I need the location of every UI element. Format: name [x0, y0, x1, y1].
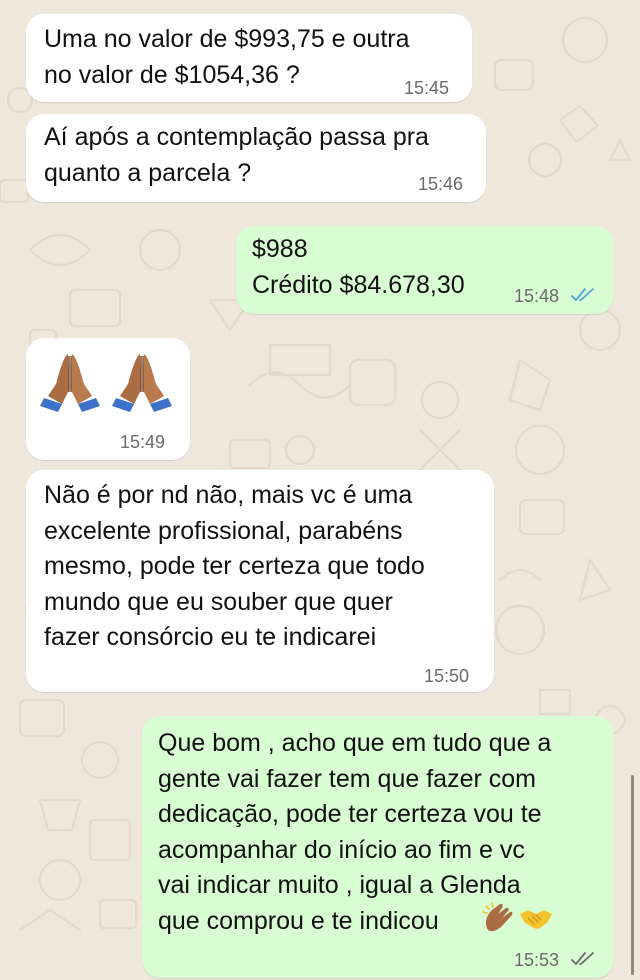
message-time: 15:48	[514, 286, 560, 306]
message-bubble-incoming[interactable]: Aí após a contemplação passa pra quanto …	[26, 114, 486, 202]
message-text: Não é por nd não, mais vc é uma excelent…	[44, 481, 425, 651]
message-bubble-incoming[interactable]: Não é por nd não, mais vc é uma excelent…	[26, 470, 494, 692]
folded-hands-icon	[40, 354, 100, 412]
message-bubble-incoming[interactable]: Uma no valor de $993,75 e outra no valor…	[26, 14, 472, 102]
handshake-icon	[520, 910, 552, 929]
message-bubble-incoming[interactable]: 15:49	[26, 338, 190, 460]
folded-hands-icon	[112, 354, 172, 412]
message-time: 15:49	[120, 432, 166, 452]
double-check-read-icon	[571, 288, 594, 301]
message-text: Aí após a contemplação passa pra quanto …	[44, 123, 429, 187]
double-check-delivered-icon	[571, 952, 594, 965]
message-time: 15:46	[418, 174, 464, 194]
message-time: 15:53	[514, 950, 560, 970]
message-text: $988 Crédito $84.678,30	[252, 235, 465, 299]
message-bubble-outgoing[interactable]: Que bom , acho que em tudo que a gente v…	[142, 716, 614, 978]
message-text: Uma no valor de $993,75 e outra no valor…	[44, 25, 410, 89]
clapping-hands-icon	[482, 902, 513, 932]
message-time: 15:45	[404, 78, 450, 98]
scrollbar[interactable]	[631, 775, 634, 975]
message-bubble-outgoing[interactable]: $988 Crédito $84.678,30 15:48	[236, 226, 614, 314]
message-time: 15:50	[424, 666, 470, 686]
